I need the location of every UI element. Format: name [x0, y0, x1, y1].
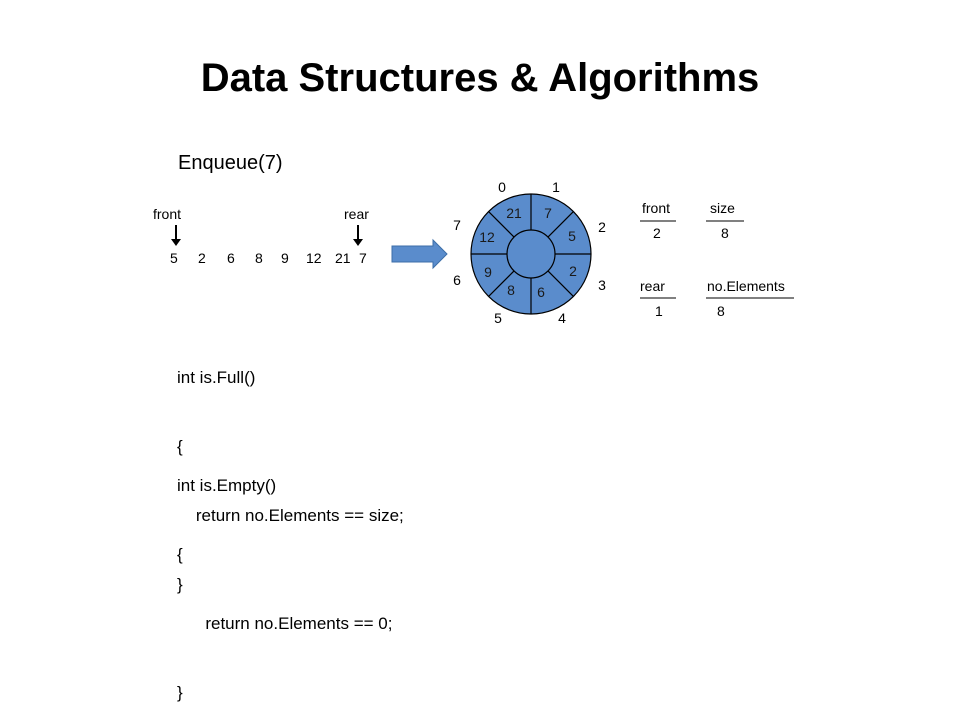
noelements-var-label: no.Elements — [707, 278, 785, 294]
isempty-code: int is.Empty() { return no.Elements == 0… — [177, 428, 392, 727]
front-arrow-icon — [171, 225, 181, 246]
front-var-value: 2 — [653, 225, 661, 241]
ring-index-label: 5 — [494, 310, 502, 326]
ring-slot-value: 7 — [544, 205, 552, 221]
ring-inner — [506, 229, 556, 279]
code-line: } — [177, 683, 183, 702]
ring-index-label: 2 — [598, 219, 606, 235]
ring-slot-value: 2 — [569, 263, 577, 279]
ring-index-label: 7 — [453, 217, 461, 233]
ring-slot-value: 5 — [568, 228, 576, 244]
ring-slot-value: 21 — [506, 205, 522, 221]
ring-index-label: 3 — [598, 277, 606, 293]
code-line: int is.Empty() — [177, 476, 277, 495]
rear-var-label: rear — [640, 278, 665, 294]
ring-index-label: 0 — [498, 179, 506, 195]
ring-slot-value: 8 — [507, 282, 515, 298]
size-var-value: 8 — [721, 225, 729, 241]
front-var-label: front — [642, 200, 671, 216]
code-line: return no.Elements == 0; — [177, 614, 393, 633]
code-line: int is.Full() — [177, 368, 256, 387]
size-var-label: size — [710, 200, 735, 216]
rear-arrow-icon — [353, 225, 363, 246]
ring-index-label: 4 — [558, 310, 566, 326]
rear-var-value: 1 — [655, 303, 663, 319]
ring-index-label: 6 — [453, 272, 461, 288]
ring-index-label: 1 — [552, 179, 560, 195]
ring-slot-value: 12 — [479, 229, 495, 245]
ring-slot-value: 6 — [537, 284, 545, 300]
ring-slot-value: 9 — [484, 264, 492, 280]
noelements-var-value: 8 — [717, 303, 725, 319]
code-line: { — [177, 545, 183, 564]
circular-buffer — [470, 193, 592, 315]
queue-diagram — [171, 193, 794, 315]
transform-arrow-icon — [391, 238, 448, 270]
